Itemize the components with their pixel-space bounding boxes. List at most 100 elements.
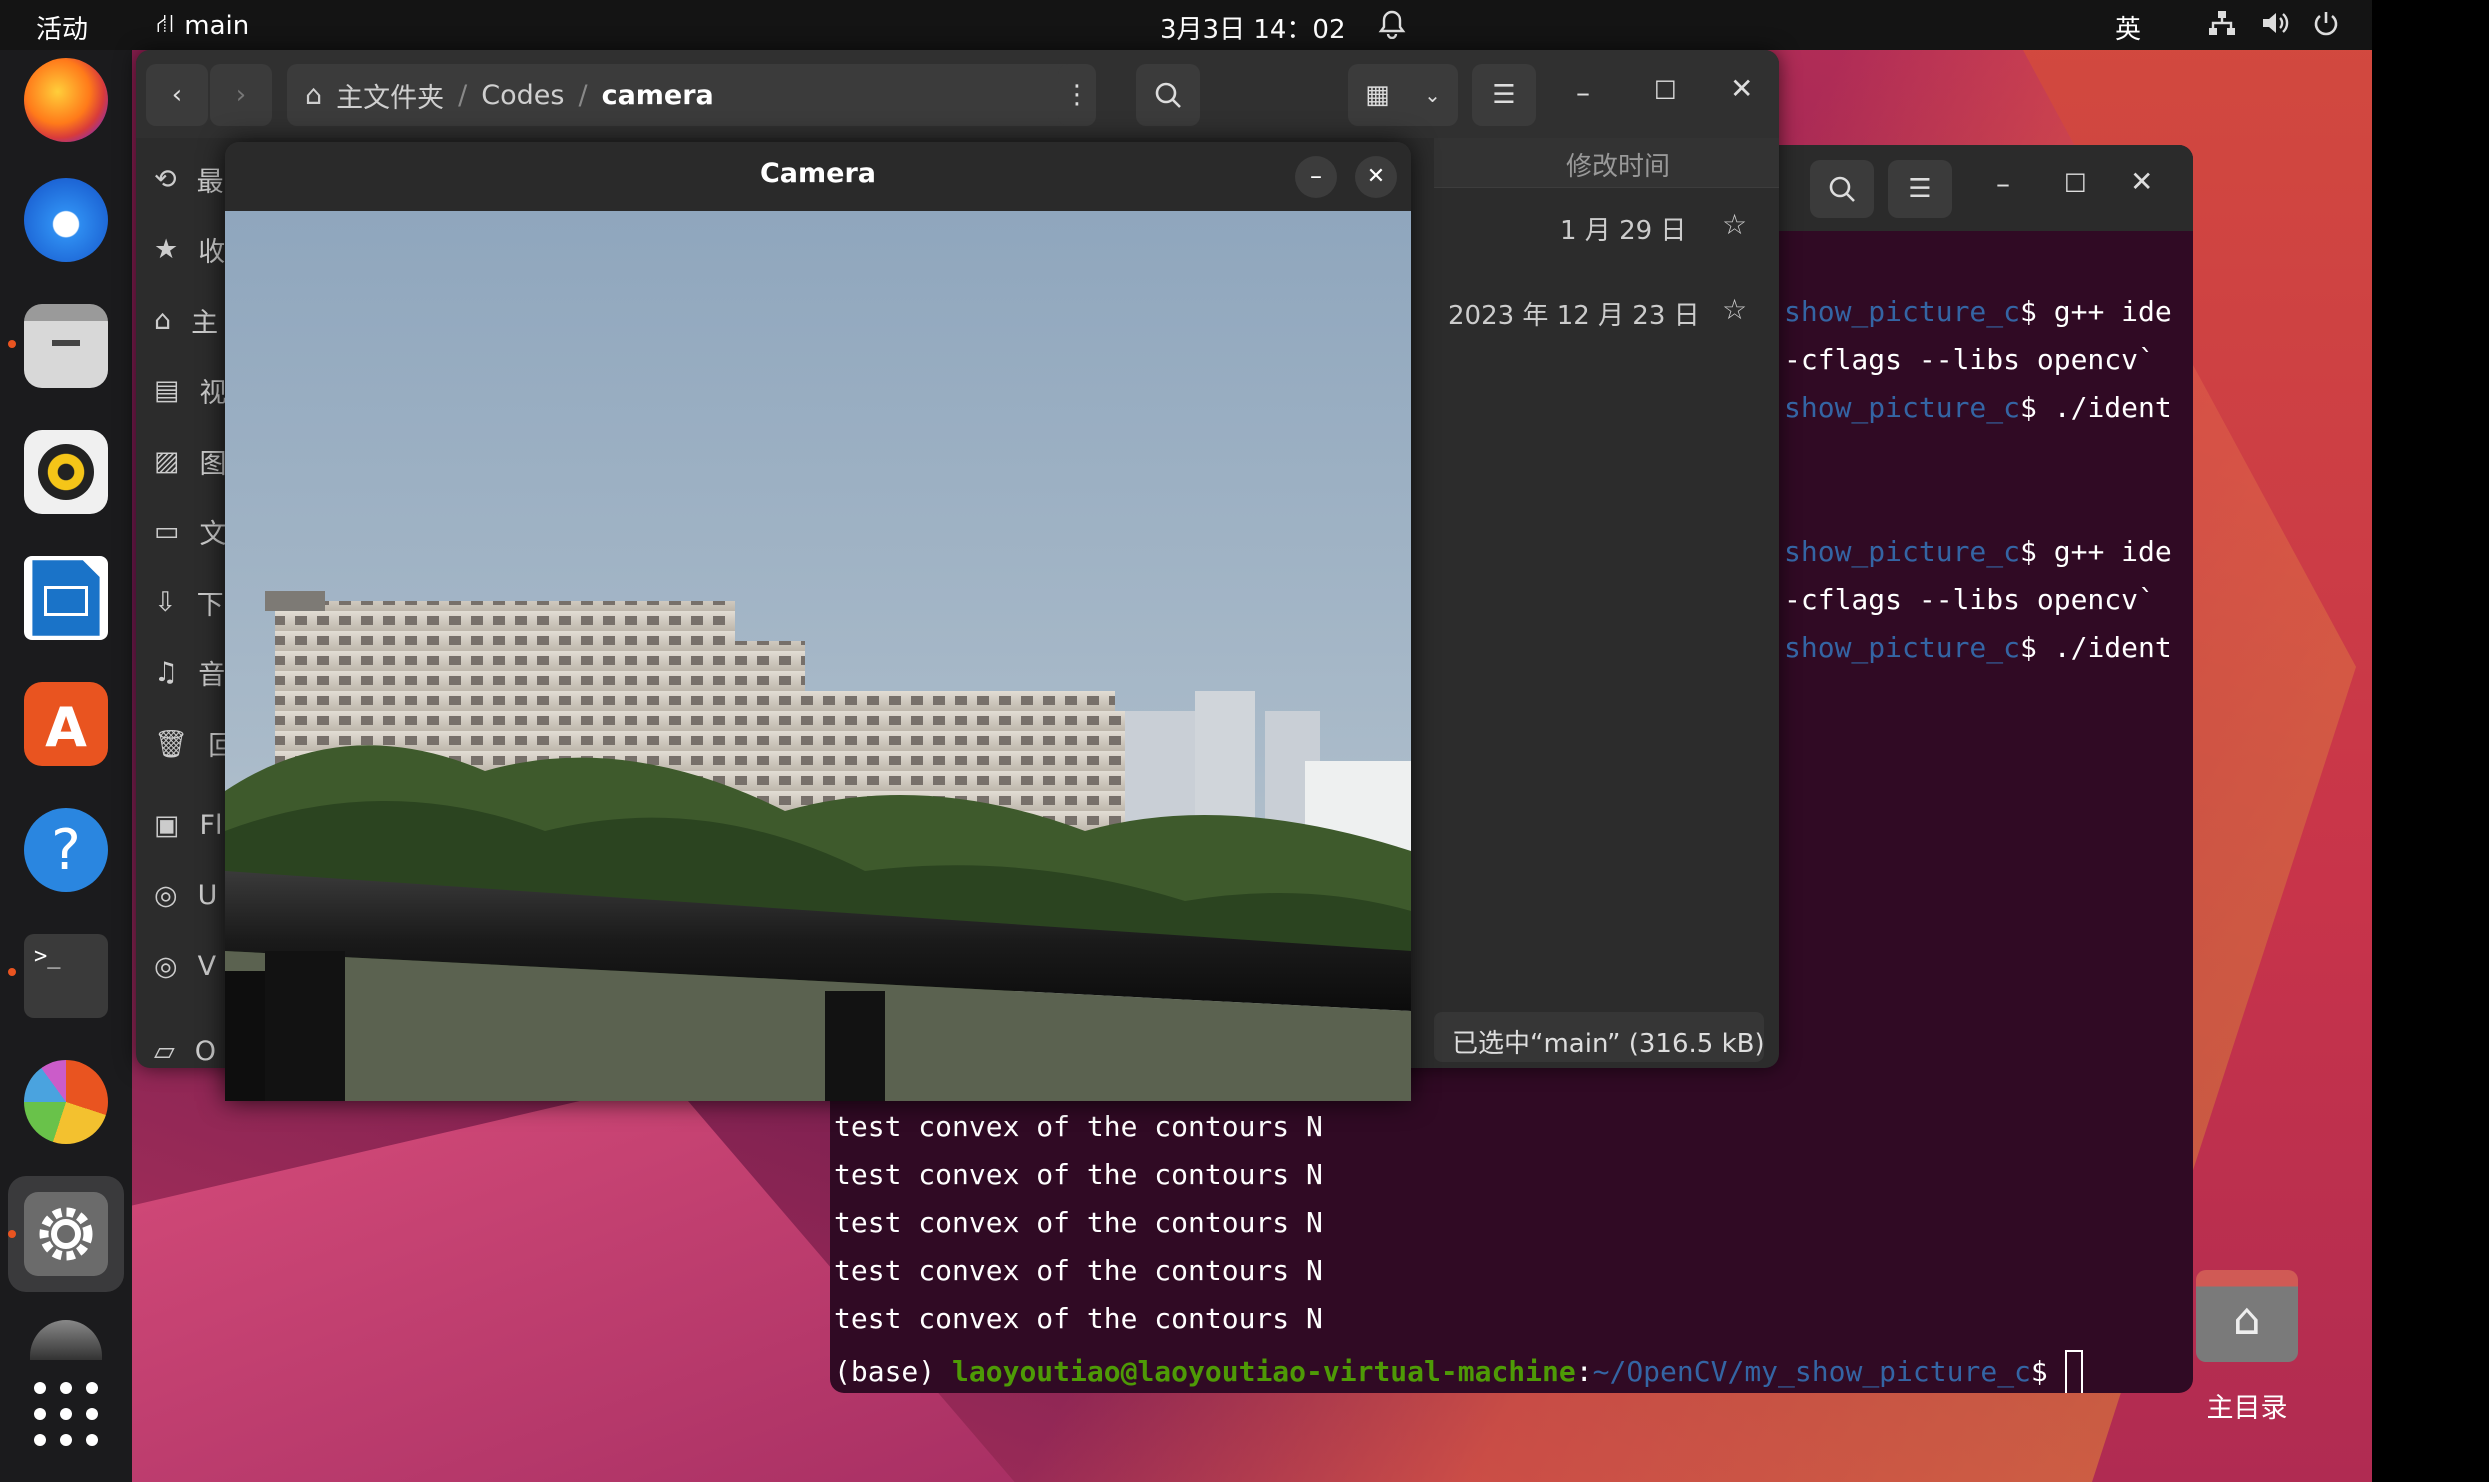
rhythmbox-icon[interactable]: [24, 430, 108, 514]
sidebar-item-starred[interactable]: ★ 收: [154, 230, 225, 269]
show-apps-grid-icon[interactable]: [24, 1372, 108, 1456]
prompt-colon: :: [1575, 1355, 1593, 1388]
app-icon: ⛙: [156, 9, 175, 39]
film-icon: ▤: [154, 375, 180, 406]
sidebar-item-trash[interactable]: 🗑 回: [154, 724, 235, 763]
input-method-indicator[interactable]: 英: [2115, 9, 2141, 46]
sidebar-item-floppy[interactable]: ▣ Fl: [154, 810, 223, 841]
back-button[interactable]: ‹: [146, 64, 208, 126]
files-minimize-button[interactable]: –: [1576, 76, 1590, 109]
prompt-path: show_picture_c: [1784, 535, 2021, 568]
image-icon: ▨: [154, 446, 180, 477]
terminal-output-line: test convex of the contours N: [834, 1158, 1323, 1191]
window-title: Camera: [759, 158, 876, 189]
app-center-icon[interactable]: A: [24, 682, 108, 766]
writer-icon[interactable]: [24, 556, 108, 640]
app-menu[interactable]: ⛙ main: [156, 9, 249, 43]
drive-icon: ▣: [154, 810, 180, 841]
sidebar-label: 主: [191, 308, 219, 339]
running-indicator: [8, 968, 16, 976]
sidebar-item-downloads[interactable]: ⇩ 下: [154, 583, 224, 622]
prompt-path: ~/OpenCV/my_show_picture_c: [1592, 1355, 2031, 1388]
network-icon[interactable]: [2207, 9, 2237, 44]
star-icon[interactable]: ☆: [1722, 208, 1747, 241]
command-text: $ ./ident: [2020, 391, 2172, 424]
terminal-output-line: test convex of the contours N: [834, 1110, 1323, 1143]
terminal-search-icon[interactable]: [1810, 160, 1874, 218]
sidebar-label: Fl: [199, 810, 223, 841]
terminal-prompt-line[interactable]: (base) laoyoutiao@laoyoutiao-virtual-mac…: [834, 1350, 2083, 1393]
activities-button[interactable]: 活动: [36, 9, 88, 46]
volume-icon[interactable]: [2260, 9, 2290, 44]
download-icon: ⇩: [154, 587, 177, 618]
sidebar-item-recent[interactable]: ⟲ 最: [154, 160, 224, 199]
prompt-dollar: $: [2030, 1355, 2065, 1388]
breadcrumb-home[interactable]: 主文件夹: [336, 76, 444, 115]
prompt-path: show_picture_c: [1784, 391, 2021, 424]
clock[interactable]: 3月3日 14：02: [1160, 9, 1346, 46]
settings-gear-icon[interactable]: [24, 1192, 108, 1276]
camera-preview-image: [225, 211, 1411, 1101]
music-icon: ♫: [154, 657, 179, 688]
file-row-date: 1 月 29 日: [1560, 216, 1687, 246]
terminal-minimize-button[interactable]: –: [1996, 167, 2010, 200]
breadcrumb-separator: /: [578, 79, 588, 111]
sidebar-label: 视: [199, 378, 227, 409]
screen-border: [2372, 0, 2489, 1482]
files-close-button[interactable]: ✕: [1730, 72, 1753, 105]
terminal-icon[interactable]: >_: [24, 934, 108, 1018]
files-icon[interactable]: [24, 304, 108, 388]
disc-icon: ◎: [154, 951, 178, 982]
sidebar-item-music[interactable]: ♫ 音: [154, 653, 225, 692]
grid-view-icon[interactable]: ▦: [1365, 80, 1390, 110]
command-text: $ g++ ide: [2020, 535, 2172, 568]
files-search-icon[interactable]: [1136, 64, 1200, 126]
terminal-maximize-button[interactable]: □: [2064, 167, 2087, 195]
thunderbird-icon[interactable]: [24, 178, 108, 262]
prompt-user-host: laoyoutiao@laoyoutiao-virtual-machine: [952, 1355, 1576, 1388]
sidebar-item-videos[interactable]: ▤ 视: [154, 371, 227, 410]
sidebar-item-other[interactable]: ▱ O: [154, 1036, 216, 1067]
home-folder-desktop-icon[interactable]: ⌂: [2196, 1270, 2298, 1362]
app-name: main: [184, 11, 250, 41]
help-icon[interactable]: ?: [24, 808, 108, 892]
dock-item-partial[interactable]: [30, 1320, 102, 1360]
terminal-output-line: -cflags --libs opencv`: [1784, 343, 2155, 376]
files-menu-icon[interactable]: ☰: [1472, 64, 1536, 126]
home-folder-label: 主目录: [2206, 1393, 2288, 1424]
view-toggle[interactable]: ▦ ⌄: [1348, 64, 1458, 126]
disk-usage-icon[interactable]: [24, 1060, 108, 1144]
sidebar-item-disc-v[interactable]: ◎ V: [154, 951, 216, 982]
files-maximize-button[interactable]: □: [1654, 74, 1677, 102]
prompt-path: show_picture_c: [1784, 631, 2021, 664]
terminal-output-line: test convex of the contours N: [834, 1206, 1323, 1239]
sidebar-label: 音: [198, 660, 226, 691]
camera-window[interactable]: Camera – ✕: [225, 142, 1411, 1101]
files-header: ‹ › ⌂ 主文件夹 / Codes / camera ⋮ ▦ ⌄ ☰ – □ ✕: [136, 50, 1779, 138]
camera-minimize-button[interactable]: –: [1295, 156, 1337, 198]
forward-button[interactable]: ›: [210, 64, 272, 126]
sidebar-label: U: [197, 880, 218, 911]
sidebar-item-disc-u[interactable]: ◎ U: [154, 880, 217, 911]
chevron-down-icon[interactable]: ⌄: [1424, 83, 1441, 107]
trash-icon: 🗑: [154, 728, 189, 760]
disc-icon: ◎: [154, 880, 178, 911]
breadcrumb-codes[interactable]: Codes: [481, 80, 564, 111]
sidebar-item-pictures[interactable]: ▨ 图: [154, 442, 227, 481]
document-icon: ▭: [154, 516, 180, 547]
terminal-menu-icon[interactable]: ☰: [1888, 160, 1952, 218]
power-icon[interactable]: [2312, 9, 2340, 44]
home-icon: ⌂: [305, 79, 323, 111]
camera-close-button[interactable]: ✕: [1355, 156, 1397, 198]
breadcrumb-camera[interactable]: camera: [602, 80, 714, 111]
terminal-close-button[interactable]: ✕: [2130, 165, 2153, 198]
notification-bell-icon[interactable]: [1378, 9, 1406, 46]
firefox-icon[interactable]: [24, 58, 108, 142]
sidebar-item-home[interactable]: ⌂ 主: [154, 301, 218, 340]
sidebar-item-documents[interactable]: ▭ 文: [154, 512, 227, 551]
terminal-output-line: show_picture_c$ ./ident: [1784, 631, 2172, 664]
column-header-modified[interactable]: 修改时间: [1566, 146, 1670, 183]
clock-icon: ⟲: [154, 164, 177, 195]
star-icon[interactable]: ☆: [1722, 293, 1747, 326]
path-menu-icon[interactable]: ⋮: [1058, 64, 1096, 126]
